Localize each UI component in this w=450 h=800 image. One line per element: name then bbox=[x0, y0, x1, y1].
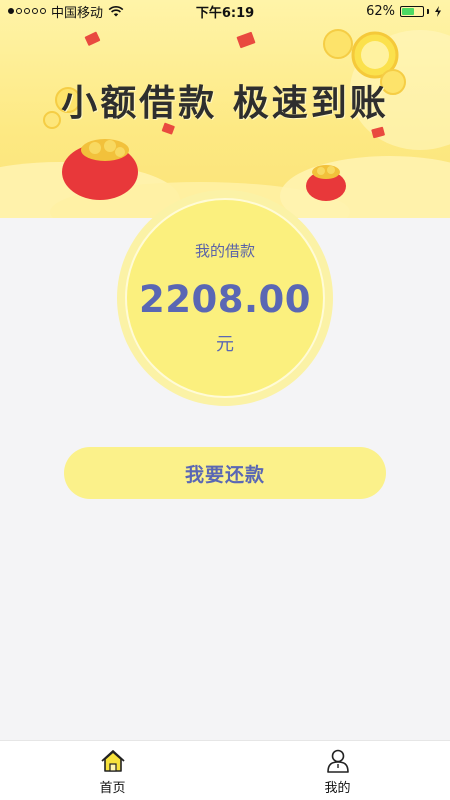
loan-label: 我的借款 bbox=[194, 242, 255, 260]
tab-profile[interactable]: 我的 bbox=[225, 741, 450, 800]
home-icon bbox=[100, 750, 125, 772]
wifi-icon bbox=[108, 5, 124, 17]
banner-title: 小额借款 极速到账 bbox=[61, 83, 389, 124]
signal-strength-icon bbox=[8, 8, 46, 14]
carrier-name: 中国移动 bbox=[51, 5, 104, 21]
screen: 小额借款 极速到账 中国移动 下午6:19 62% 我的借款 2208.00 元… bbox=[0, 0, 450, 800]
tab-profile-label: 我的 bbox=[324, 781, 351, 796]
repay-button[interactable]: 我要还款 bbox=[64, 447, 386, 499]
battery-icon bbox=[400, 5, 429, 17]
tab-home[interactable]: 首页 bbox=[0, 741, 225, 800]
tab-bar: 首页 我的 bbox=[0, 740, 450, 800]
profile-icon bbox=[326, 749, 349, 773]
tab-home-label: 首页 bbox=[99, 781, 126, 796]
loan-unit: 元 bbox=[216, 334, 234, 355]
promo-banner: 小额借款 极速到账 bbox=[0, 0, 450, 218]
battery-percent: 62% bbox=[366, 3, 395, 19]
loan-amount: 2208.00 bbox=[138, 278, 312, 321]
status-bar: 中国移动 下午6:19 62% bbox=[0, 0, 450, 22]
loan-summary-inner: 我的借款 2208.00 元 bbox=[125, 198, 325, 398]
charging-icon bbox=[435, 5, 441, 17]
loan-summary-circle: 我的借款 2208.00 元 bbox=[117, 190, 333, 406]
